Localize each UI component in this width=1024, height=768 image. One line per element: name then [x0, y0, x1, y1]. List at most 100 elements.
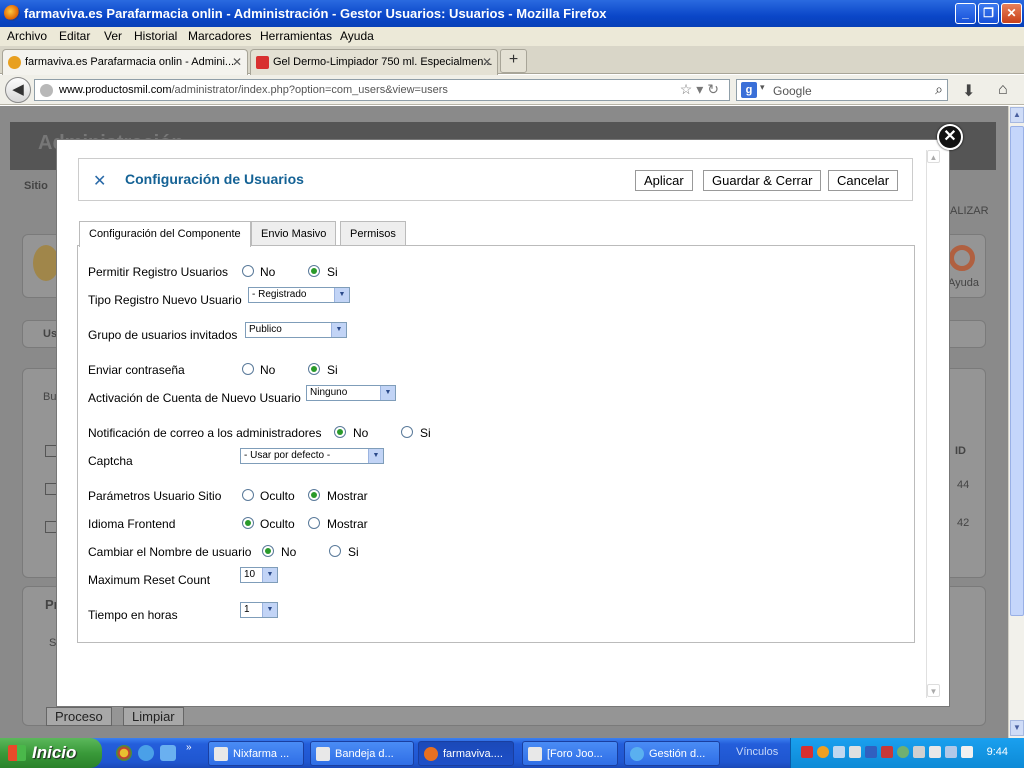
- radio-label: Oculto: [260, 517, 295, 531]
- home-icon[interactable]: ⌂: [998, 81, 1008, 99]
- network-icon[interactable]: [945, 746, 957, 758]
- radio-parametros-oculto[interactable]: [242, 489, 254, 501]
- chevron-down-icon[interactable]: ▾: [760, 82, 765, 93]
- menu-herramientas[interactable]: Herramientas: [260, 29, 332, 43]
- tab-permissions[interactable]: Permisos: [340, 221, 406, 246]
- radio-cambiar-no[interactable]: [262, 545, 274, 557]
- radio-permitir-no[interactable]: [242, 265, 254, 277]
- settings-panel: Permitir Registro Usuarios No Si Tipo Re…: [77, 245, 915, 643]
- back-button[interactable]: ◀: [5, 77, 31, 103]
- url-bar[interactable]: www.productosmil.com/administrator/index…: [34, 79, 730, 101]
- taskbar-item[interactable]: farmaviva....: [418, 741, 514, 766]
- bg-proceso-button: Proceso: [46, 707, 112, 726]
- modal-close-button[interactable]: ✕: [937, 124, 963, 150]
- radio-label: Mostrar: [327, 489, 368, 503]
- radio-notificacion-si[interactable]: [401, 426, 413, 438]
- minimize-button[interactable]: _: [955, 3, 976, 24]
- radio-permitir-si[interactable]: [308, 265, 320, 277]
- vinculos-toolbar[interactable]: Vínculos: [736, 746, 778, 758]
- shield-icon[interactable]: [881, 746, 893, 758]
- grupo-invitados-select[interactable]: Publico ▼: [245, 322, 347, 338]
- tiempo-horas-select[interactable]: 1 ▼: [240, 602, 278, 618]
- save-close-button[interactable]: Guardar & Cerrar: [703, 170, 822, 191]
- apply-button[interactable]: Aplicar: [635, 170, 693, 191]
- radio-idioma-mostrar[interactable]: [308, 517, 320, 529]
- radio-enviar-no[interactable]: [242, 363, 254, 375]
- menu-archivo[interactable]: Archivo: [7, 29, 47, 43]
- volume-icon[interactable]: [929, 746, 941, 758]
- activacion-select[interactable]: Ninguno ▼: [306, 385, 396, 401]
- url-host: www.productosmil.com: [59, 84, 172, 96]
- taskbar-item[interactable]: Nixfarma ...: [208, 741, 304, 766]
- menu-ver[interactable]: Ver: [104, 29, 122, 43]
- tab-label: farmaviva.es Parafarmacia onlin - Admini…: [25, 56, 235, 68]
- tray-icon[interactable]: [961, 746, 973, 758]
- scroll-thumb[interactable]: [1010, 126, 1024, 616]
- cancel-button[interactable]: Cancelar: [828, 170, 899, 191]
- modal-scrollbar[interactable]: ▲ ▼: [926, 150, 940, 698]
- download-icon[interactable]: ⬇: [962, 81, 975, 101]
- search-icon[interactable]: ⌕: [935, 81, 943, 98]
- close-tab-icon[interactable]: ✕: [482, 55, 492, 69]
- ie-icon[interactable]: [138, 745, 154, 761]
- radio-notificacion-no[interactable]: [334, 426, 346, 438]
- menu-marcadores[interactable]: Marcadores: [188, 29, 251, 43]
- field-label: Enviar contraseña: [88, 363, 185, 377]
- bg-help-icon: [949, 245, 975, 271]
- scroll-up-icon[interactable]: ▲: [927, 150, 940, 163]
- task-label: Bandeja d...: [335, 748, 394, 760]
- windows-flag-icon: [8, 745, 26, 761]
- tray-icon[interactable]: [897, 746, 909, 758]
- start-button[interactable]: Inicio: [0, 738, 102, 768]
- close-tab-icon[interactable]: ✕: [232, 55, 242, 69]
- menu-editar[interactable]: Editar: [59, 29, 90, 43]
- taskbar-item[interactable]: Gestión d...: [624, 741, 720, 766]
- radio-cambiar-si[interactable]: [329, 545, 341, 557]
- radio-label: Mostrar: [327, 517, 368, 531]
- bookmark-star-icon[interactable]: ☆▾↻: [680, 81, 723, 98]
- quicklaunch-icon[interactable]: [160, 745, 176, 761]
- chevron-right-icon[interactable]: »: [186, 742, 192, 753]
- search-input[interactable]: g ▾ Google ⌕: [736, 79, 948, 101]
- tab-label: Gel Dermo-Limpiador 750 ml. Especialmen.…: [273, 56, 493, 68]
- forum-icon: [528, 747, 542, 761]
- radio-parametros-mostrar[interactable]: [308, 489, 320, 501]
- search-placeholder: Google: [773, 84, 812, 98]
- scroll-up-icon[interactable]: ▲: [1010, 107, 1024, 123]
- tab-component-config[interactable]: Configuración del Componente: [79, 221, 251, 247]
- firefox-icon: [4, 5, 20, 21]
- radio-idioma-oculto[interactable]: [242, 517, 254, 529]
- google-icon: g: [741, 82, 757, 98]
- tray-icon[interactable]: [865, 746, 877, 758]
- bg-sitio: Sitio: [24, 180, 48, 192]
- tray-icon[interactable]: [817, 746, 829, 758]
- field-label: Captcha: [88, 454, 133, 468]
- browser-tab-gel[interactable]: Gel Dermo-Limpiador 750 ml. Especialmen.…: [250, 49, 498, 75]
- taskbar-item[interactable]: [Foro Joo...: [522, 741, 618, 766]
- scroll-down-icon[interactable]: ▼: [927, 684, 940, 697]
- new-tab-button[interactable]: +: [500, 49, 527, 73]
- tray-icon[interactable]: [801, 746, 813, 758]
- menu-ayuda[interactable]: Ayuda: [340, 29, 374, 43]
- max-reset-select[interactable]: 10 ▼: [240, 567, 278, 583]
- taskbar-item[interactable]: Bandeja d...: [310, 741, 414, 766]
- config-modal: ▲ ▼ ✕ Configuración de Usuarios Aplicar …: [56, 139, 950, 707]
- task-label: [Foro Joo...: [547, 748, 603, 760]
- browser-tab-admin[interactable]: farmaviva.es Parafarmacia onlin - Admini…: [2, 49, 248, 75]
- page-scrollbar[interactable]: ▲ ▼: [1008, 106, 1024, 738]
- restore-button[interactable]: ❐: [978, 3, 999, 24]
- chrome-icon[interactable]: [116, 745, 132, 761]
- menu-historial[interactable]: Historial: [134, 29, 177, 43]
- captcha-select[interactable]: - Usar por defecto - ▼: [240, 448, 384, 464]
- window-title: farmaviva.es Parafarmacia onlin - Admini…: [24, 6, 607, 21]
- radio-enviar-si[interactable]: [308, 363, 320, 375]
- tray-icon[interactable]: [833, 746, 845, 758]
- tray-icon[interactable]: [849, 746, 861, 758]
- close-window-button[interactable]: ✕: [1001, 3, 1022, 24]
- radio-label: Si: [327, 363, 338, 377]
- tipo-registro-select[interactable]: - Registrado ▼: [248, 287, 350, 303]
- field-label: Permitir Registro Usuarios: [88, 265, 229, 279]
- scroll-down-icon[interactable]: ▼: [1010, 720, 1024, 736]
- tab-mass-mail[interactable]: Envio Masivo: [251, 221, 337, 246]
- tray-icon[interactable]: [913, 746, 925, 758]
